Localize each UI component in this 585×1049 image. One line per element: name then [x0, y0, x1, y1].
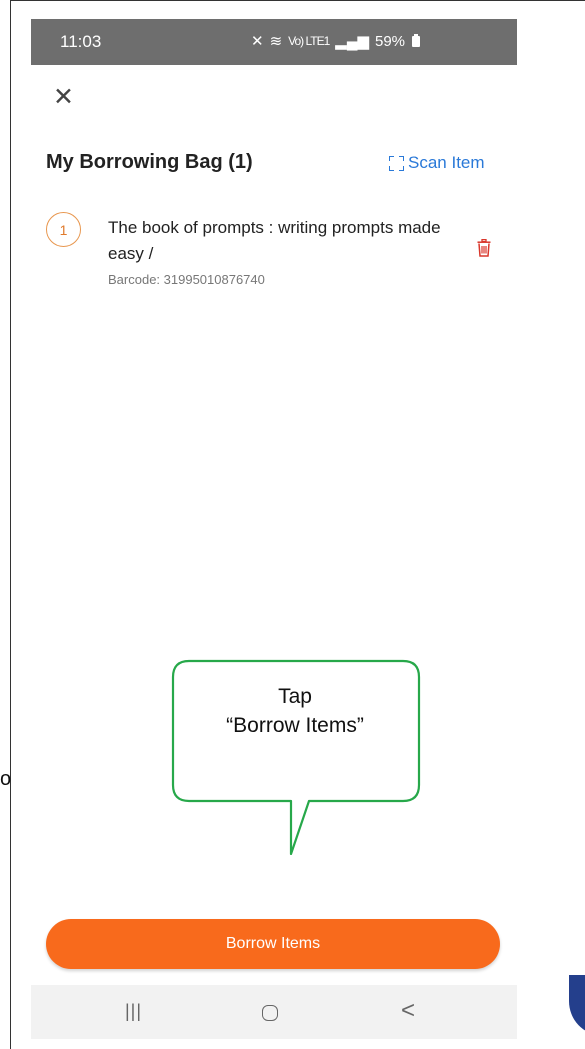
system-nav-bar: ||| < — [31, 985, 517, 1039]
status-bar: 11:03 ✕ ≋ Vo) LTE1 ▂▄▆ 59% — [31, 19, 517, 65]
battery-percent: 59% — [375, 32, 406, 50]
trash-icon[interactable] — [477, 239, 491, 257]
cropped-text-fragment: o — [0, 768, 12, 790]
network-label: Vo) LTE1 — [288, 34, 330, 48]
wifi-icon: ≋ — [269, 33, 283, 50]
home-icon[interactable] — [262, 1005, 278, 1021]
item-number-badge: 1 — [46, 212, 81, 247]
item-title: The book of prompts : writing prompts ma… — [108, 218, 441, 263]
back-icon[interactable]: < — [401, 997, 415, 1025]
status-icons: ✕ ≋ Vo) LTE1 ▂▄▆ 59% — [251, 32, 421, 50]
scan-item-button[interactable]: Scan Item — [389, 153, 485, 173]
phone-screen: 11:03 ✕ ≋ Vo) LTE1 ▂▄▆ 59% ✕ My Borrowin… — [31, 19, 517, 1043]
screenshot-border-left — [10, 0, 11, 1049]
scan-icon — [389, 155, 404, 171]
cropped-logo-fragment — [569, 975, 585, 1035]
battery-icon — [412, 33, 421, 47]
callout-text: Tap “Borrow Items” — [226, 685, 364, 737]
close-icon[interactable]: ✕ — [53, 85, 74, 110]
recent-apps-icon[interactable]: ||| — [125, 1001, 142, 1022]
mute-icon: ✕ — [251, 33, 264, 50]
screenshot-border-top — [10, 0, 585, 1]
scan-item-label: Scan Item — [408, 153, 485, 172]
page-title: My Borrowing Bag (1) — [46, 151, 253, 173]
item-barcode: Barcode: 31995010876740 — [108, 272, 265, 287]
status-time: 11:03 — [60, 32, 102, 51]
borrow-items-button[interactable]: Borrow Items — [46, 919, 500, 969]
signal-icon: ▂▄▆ — [335, 33, 369, 50]
